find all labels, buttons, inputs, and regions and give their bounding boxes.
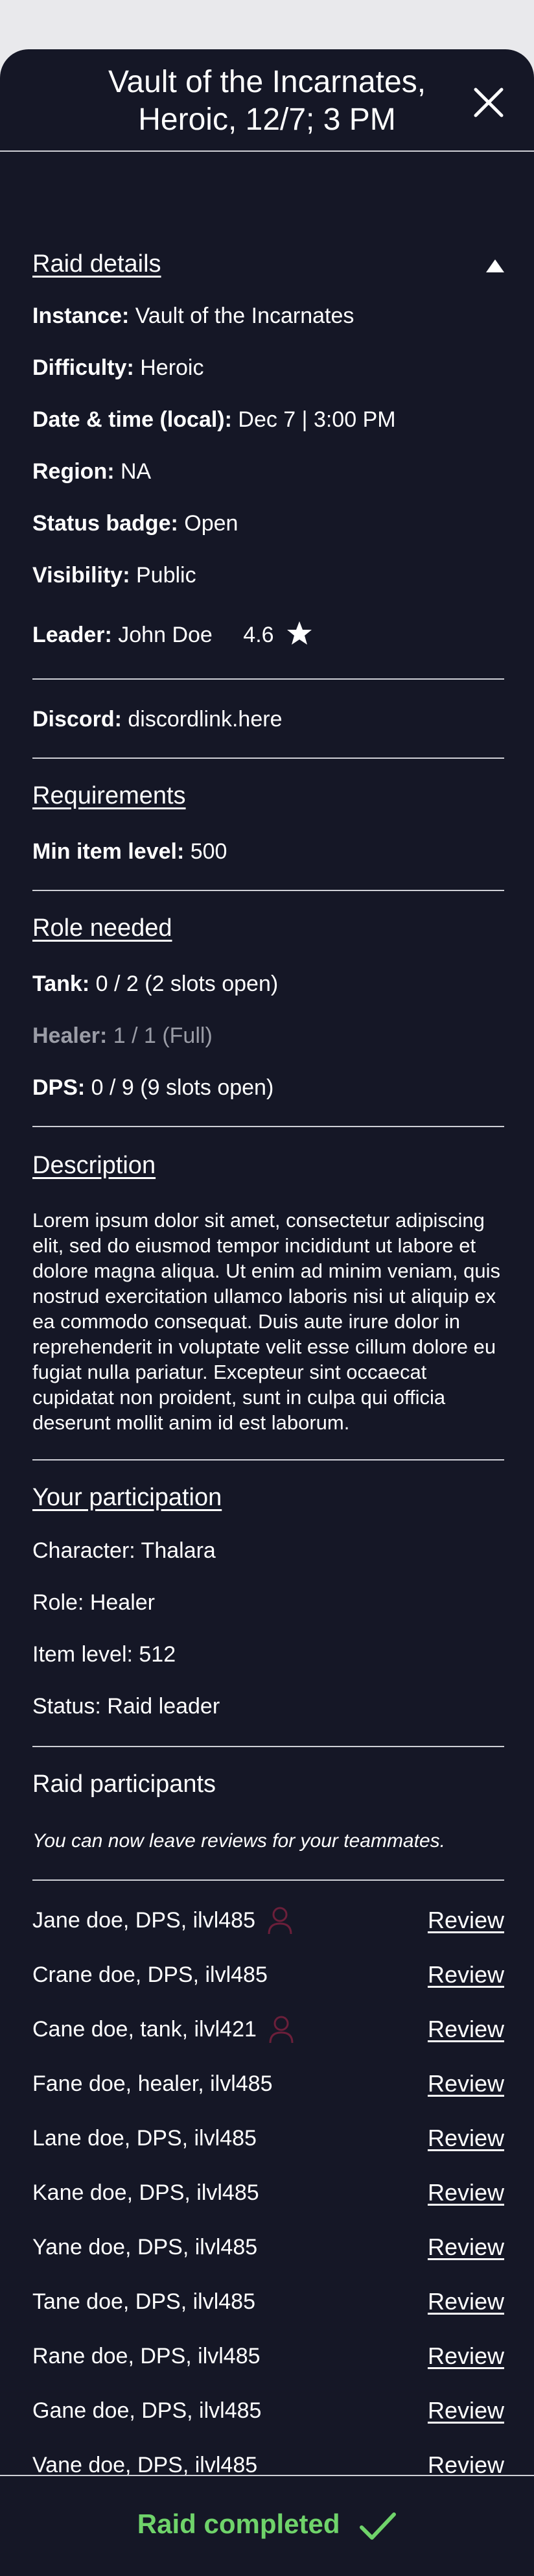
status-badge-row: Status badge: Open	[32, 511, 238, 536]
participant-name: Fane doe, healer, ilvl485	[32, 2071, 273, 2096]
review-link[interactable]: Review	[428, 2397, 504, 2424]
review-link[interactable]: Review	[428, 2125, 504, 2152]
participant-name: Lane doe, DPS, ilvl485	[32, 2126, 257, 2151]
review-link[interactable]: Review	[428, 2288, 504, 2315]
difficulty-value: Heroic	[134, 355, 204, 380]
review-link[interactable]: Review	[428, 2343, 504, 2370]
dps-label: DPS:	[32, 1075, 86, 1100]
participant-name: Yane doe, DPS, ilvl485	[32, 2235, 258, 2260]
participant-name: Tane doe, DPS, ilvl485	[32, 2289, 255, 2314]
discord-link[interactable]: discordlink.here	[122, 707, 282, 732]
person-outline-icon	[269, 2016, 294, 2044]
participant-row: Jane doe, DPS, ilvl485 Review	[32, 1903, 504, 1942]
divider	[32, 1126, 504, 1127]
description-text: Lorem ipsum dolor sit amet, consectetur …	[32, 1209, 500, 1434]
min-item-level-row: Min item level: 500	[32, 839, 227, 865]
region-label: Region:	[32, 459, 115, 484]
region-row: Region: NA	[32, 459, 151, 484]
review-link[interactable]: Review	[428, 2179, 504, 2206]
divider	[32, 1459, 504, 1461]
description-heading: Description	[32, 1152, 156, 1179]
datetime-label: Date & time (local):	[32, 407, 232, 432]
min-item-level-label: Min item level:	[32, 839, 185, 864]
participant-row: Yane doe, DPS, ilvl485 Review	[32, 2230, 504, 2269]
participant-name: Cane doe, tank, ilvl421	[32, 2017, 257, 2042]
roles-heading: Role needed	[32, 914, 172, 942]
review-link[interactable]: Review	[428, 2070, 504, 2097]
review-link[interactable]: Review	[428, 2016, 504, 2043]
divider	[32, 757, 504, 759]
datetime-row: Date & time (local): Dec 7 | 3:00 PM	[32, 407, 396, 433]
person-outline-icon	[268, 1907, 292, 1935]
instance-row: Instance: Vault of the Incarnates	[32, 304, 354, 329]
chevron-up-icon[interactable]	[486, 259, 504, 272]
footer: Raid completed	[0, 2475, 534, 2576]
leader-name[interactable]: John Doe	[112, 623, 213, 647]
participant-name: Rane doe, DPS, ilvl485	[32, 2344, 261, 2368]
star-icon	[287, 621, 312, 645]
panel-header: Vault of the Incarnates, Heroic, 12/7; 3…	[0, 49, 534, 152]
leader-rating: 4.6	[243, 623, 274, 647]
divider	[32, 1746, 504, 1747]
page-title: Vault of the Incarnates, Heroic, 12/7; 3…	[108, 65, 426, 137]
region-value: NA	[114, 459, 152, 484]
discord-row: Discord: discordlink.here	[32, 707, 282, 732]
check-icon	[360, 2512, 397, 2540]
participant-row: Lane doe, DPS, ilvl485 Review	[32, 2121, 504, 2160]
review-link[interactable]: Review	[428, 2234, 504, 2261]
participant-row: Fane doe, healer, ilvl485 Review	[32, 2066, 504, 2105]
participation-character: Character: Thalara	[32, 1538, 216, 1563]
min-item-level-value: 500	[184, 839, 227, 864]
healer-label: Healer:	[32, 1023, 108, 1048]
participation-heading: Your participation	[32, 1484, 222, 1511]
participant-name: Jane doe, DPS, ilvl485	[32, 1908, 255, 1933]
healer-value: 1 / 1 (Full)	[107, 1023, 213, 1048]
visibility-label: Visibility:	[32, 563, 130, 588]
difficulty-row: Difficulty: Heroic	[32, 355, 203, 381]
participation-status: Status: Raid leader	[32, 1694, 220, 1719]
leader-row: Leader: John Doe 4.6	[32, 620, 312, 648]
participant-name: Crane doe, DPS, ilvl485	[32, 1962, 268, 1987]
divider	[32, 1879, 504, 1881]
instance-label: Instance:	[32, 304, 130, 328]
divider	[32, 890, 504, 891]
dps-row: DPS: 0 / 9 (9 slots open)	[32, 1075, 273, 1101]
dps-value: 0 / 9 (9 slots open)	[85, 1075, 274, 1100]
difficulty-label: Difficulty:	[32, 355, 134, 380]
raid-completed-label: Raid completed	[137, 2509, 340, 2539]
raid-completed-status: Raid completed	[0, 2509, 534, 2540]
healer-row: Healer: 1 / 1 (Full)	[32, 1023, 213, 1049]
discord-label: Discord:	[32, 707, 122, 732]
tank-value: 0 / 2 (2 slots open)	[89, 972, 279, 996]
visibility-value: Public	[130, 563, 196, 588]
participants-heading: Raid participants	[32, 1771, 216, 1798]
tank-label: Tank:	[32, 972, 90, 996]
instance-value: Vault of the Incarnates	[129, 304, 354, 328]
participant-name: Kane doe, DPS, ilvl485	[32, 2180, 259, 2205]
participation-role: Role: Healer	[32, 1590, 155, 1615]
participant-row: Crane doe, DPS, ilvl485 Review	[32, 1957, 504, 1996]
close-icon[interactable]	[470, 84, 507, 121]
participant-row: Kane doe, DPS, ilvl485 Review	[32, 2175, 504, 2214]
tank-row: Tank: 0 / 2 (2 slots open)	[32, 972, 278, 997]
participants-note: You can now leave reviews for your teamm…	[32, 1830, 445, 1852]
raid-details-heading[interactable]: Raid details	[32, 250, 161, 278]
status-badge: Open	[178, 511, 238, 536]
participant-row: Tane doe, DPS, ilvl485 Review	[32, 2284, 504, 2323]
divider	[32, 678, 504, 680]
review-link[interactable]: Review	[428, 1907, 504, 1934]
review-link[interactable]: Review	[428, 1961, 504, 1988]
datetime-value: Dec 7 | 3:00 PM	[231, 407, 396, 432]
participant-row: Gane doe, DPS, ilvl485 Review	[32, 2393, 504, 2432]
requirements-heading: Requirements	[32, 782, 186, 809]
raid-detail-panel: Vault of the Incarnates, Heroic, 12/7; 3…	[0, 49, 534, 2576]
participant-name: Gane doe, DPS, ilvl485	[32, 2398, 262, 2423]
visibility-row: Visibility: Public	[32, 563, 196, 588]
participation-item-level: Item level: 512	[32, 1642, 176, 1667]
participant-row: Cane doe, tank, ilvl421 Review	[32, 2012, 504, 2051]
status-badge-label: Status badge:	[32, 511, 178, 536]
leader-label: Leader:	[32, 623, 112, 647]
participant-row: Rane doe, DPS, ilvl485 Review	[32, 2339, 504, 2378]
